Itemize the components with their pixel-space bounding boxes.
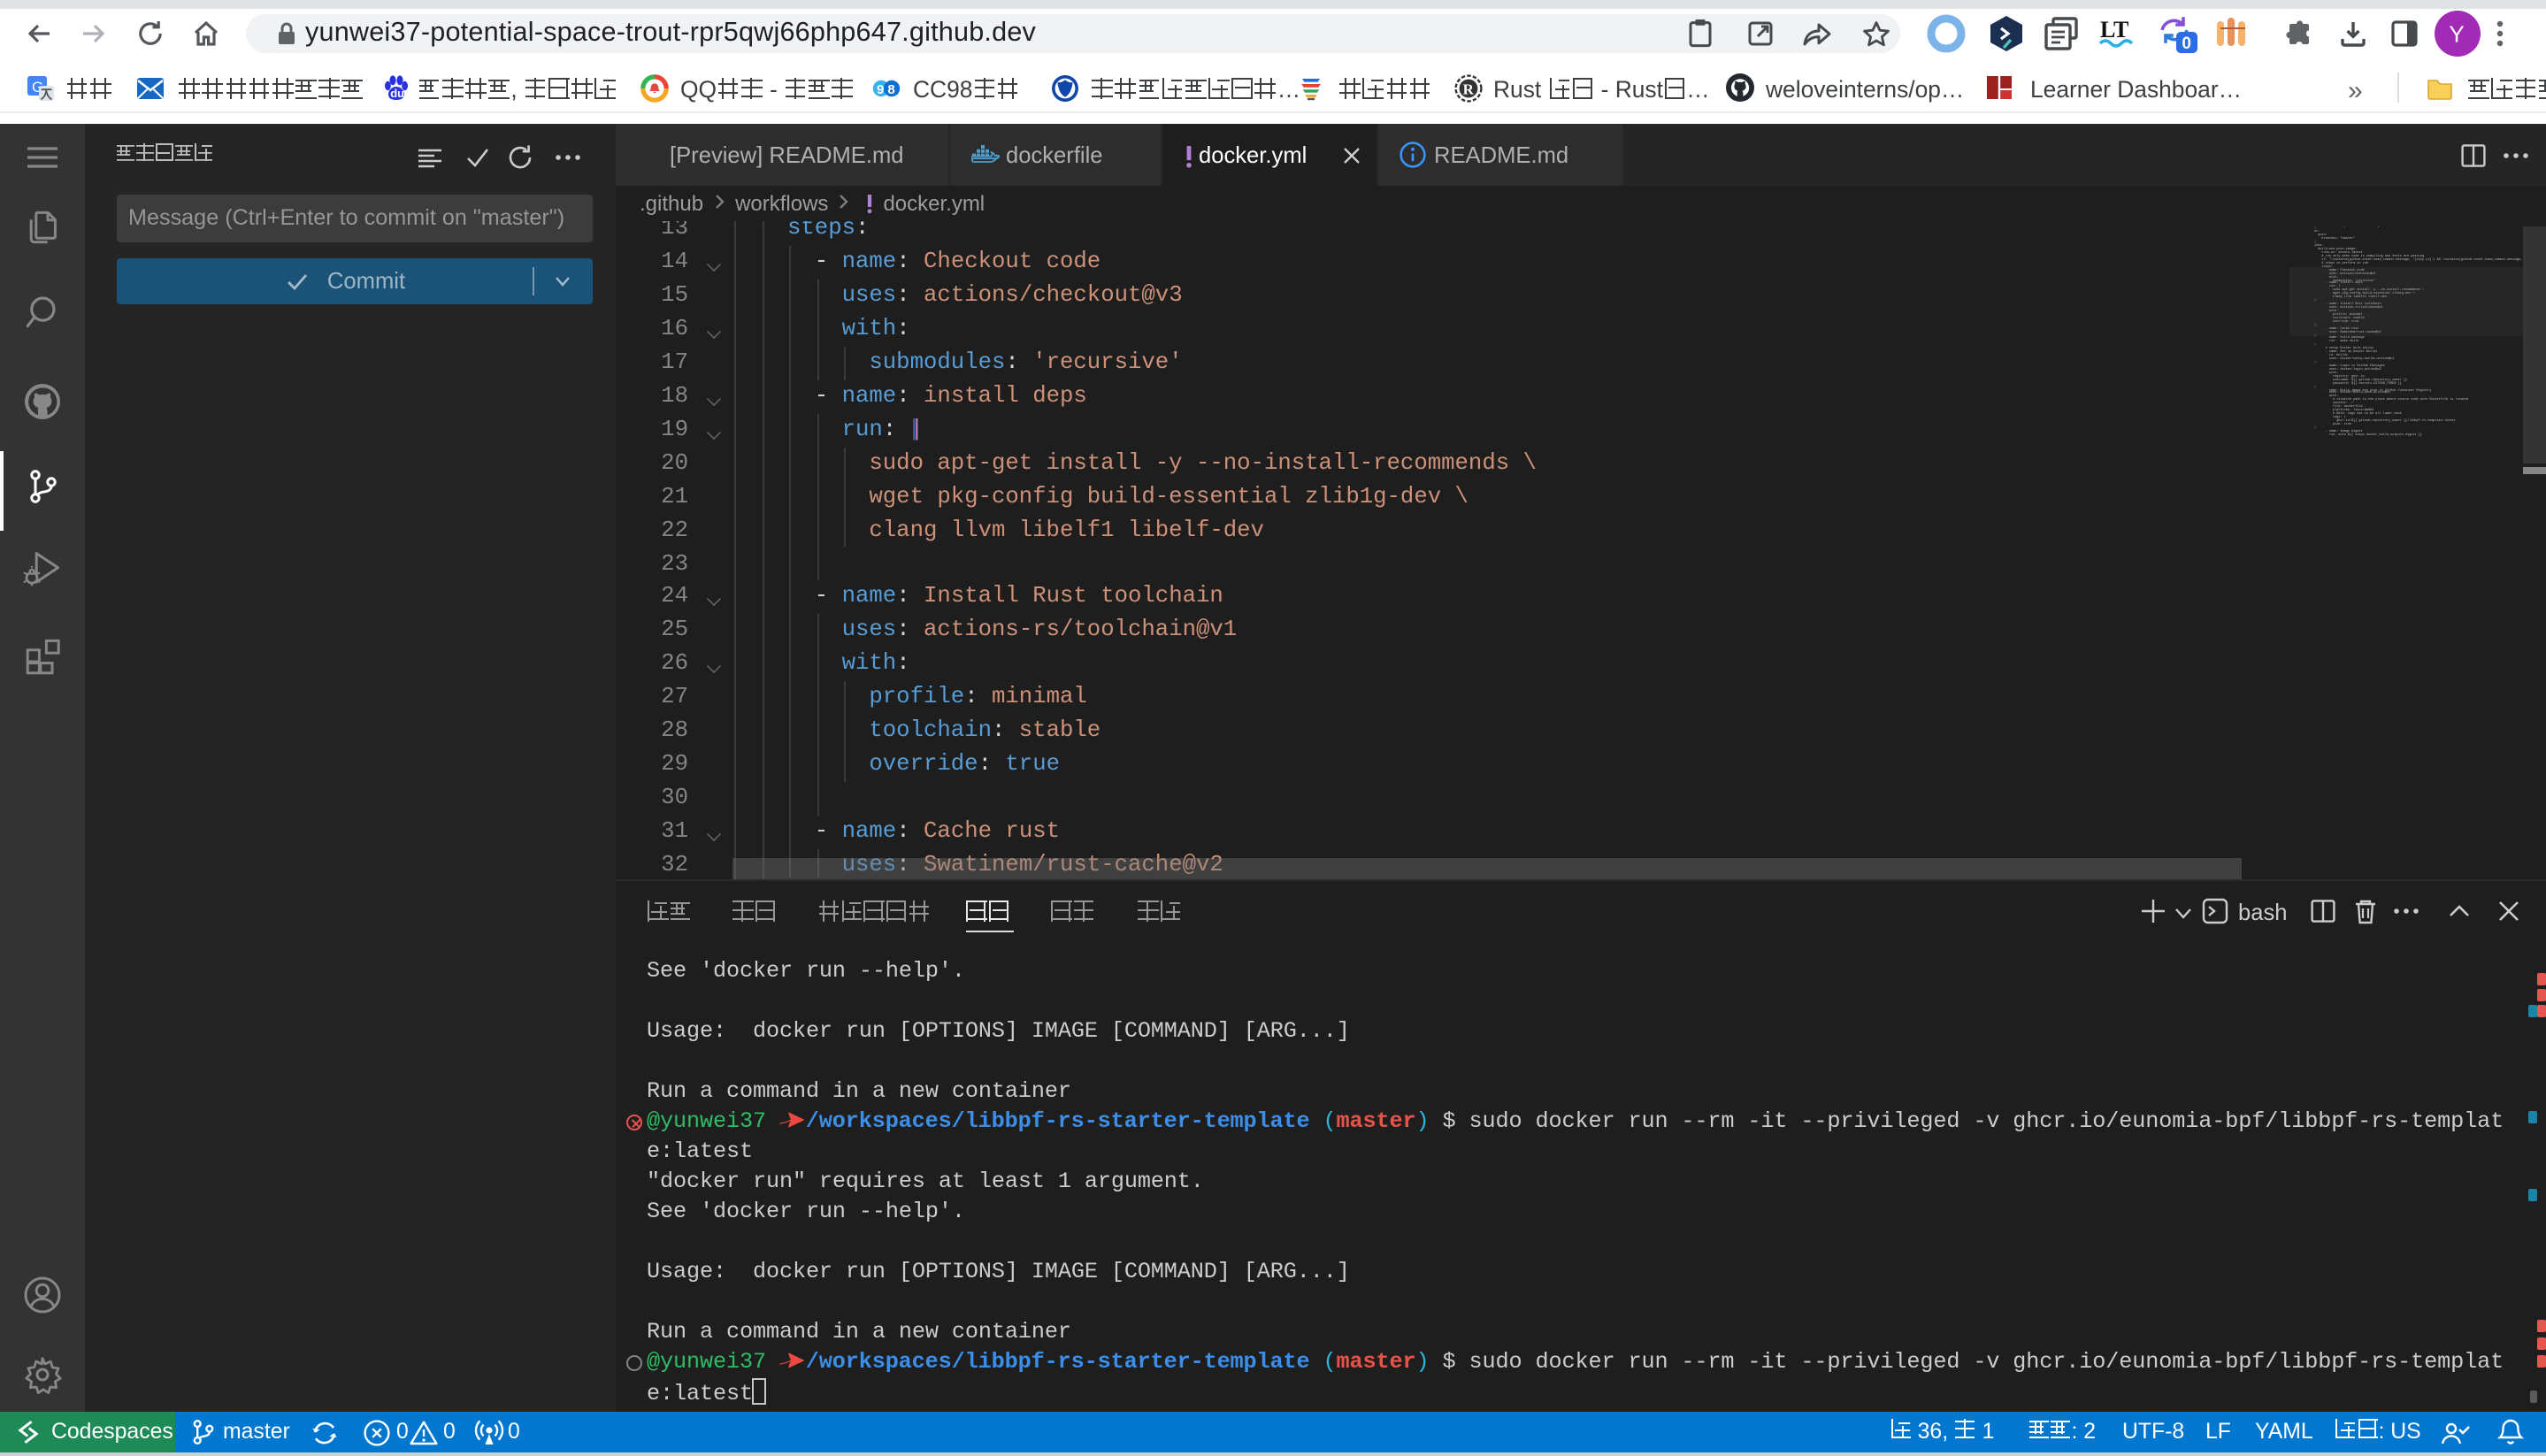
svg-text:R: R (1462, 80, 1474, 96)
svg-text:8: 8 (887, 81, 894, 96)
svg-text:9: 9 (877, 81, 884, 96)
svg-text:du: du (389, 86, 403, 99)
svg-text:0: 0 (2182, 34, 2191, 53)
svg-text:Y: Y (2449, 20, 2464, 47)
svg-text:LT: LT (2099, 17, 2128, 42)
